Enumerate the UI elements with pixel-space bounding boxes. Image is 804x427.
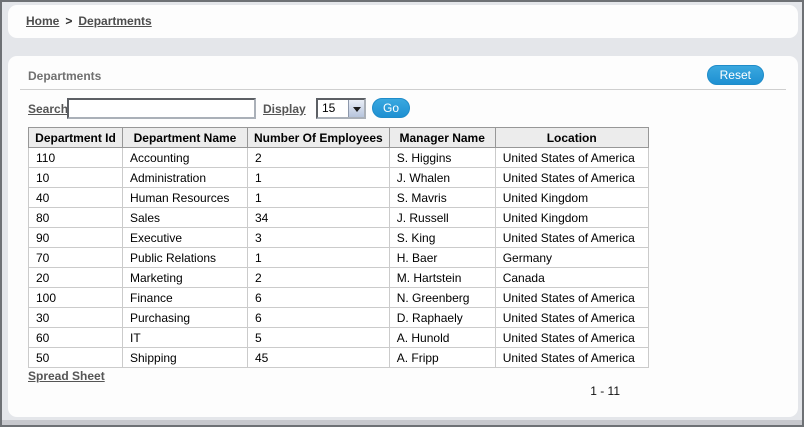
table-cell: J. Russell <box>389 208 495 228</box>
table-cell: 1 <box>248 168 390 188</box>
table-cell: 2 <box>248 268 390 288</box>
table-cell: 10 <box>29 168 123 188</box>
column-header: Department Name <box>123 128 248 148</box>
table-cell: 3 <box>248 228 390 248</box>
table-cell: United States of America <box>495 288 648 308</box>
table-cell: S. King <box>389 228 495 248</box>
table-cell: 5 <box>248 328 390 348</box>
table-cell: Canada <box>495 268 648 288</box>
breadcrumb-separator: > <box>65 14 72 28</box>
table-row: 40Human Resources1S. MavrisUnited Kingdo… <box>29 188 649 208</box>
table-cell: Shipping <box>123 348 248 368</box>
column-header: Number Of Employees <box>248 128 390 148</box>
region-title: Departments <box>28 69 101 83</box>
table-cell: 20 <box>29 268 123 288</box>
table-cell: 60 <box>29 328 123 348</box>
table-cell: 1 <box>248 188 390 208</box>
table-cell: H. Baer <box>389 248 495 268</box>
table-cell: United States of America <box>495 328 648 348</box>
table-cell: S. Higgins <box>389 148 495 168</box>
departments-region: Departments Reset Search Display 15 Go D… <box>8 56 798 417</box>
table-cell: 40 <box>29 188 123 208</box>
table-cell: Human Resources <box>123 188 248 208</box>
table-cell: 50 <box>29 348 123 368</box>
table-row: 10Administration1J. WhalenUnited States … <box>29 168 649 188</box>
table-cell: D. Raphaely <box>389 308 495 328</box>
column-header: Location <box>495 128 648 148</box>
table-cell: Germany <box>495 248 648 268</box>
search-label[interactable]: Search <box>28 102 68 116</box>
region-separator <box>20 89 786 90</box>
breadcrumb: Home > Departments <box>8 5 798 38</box>
table-row: 110Accounting2S. HigginsUnited States of… <box>29 148 649 168</box>
spreadsheet-link[interactable]: Spread Sheet <box>28 369 105 383</box>
table-row: 100Finance6N. GreenbergUnited States of … <box>29 288 649 308</box>
page: Home > Departments Departments Reset Searc… <box>0 0 804 427</box>
table-row: 70Public Relations1H. BaerGermany <box>29 248 649 268</box>
table-cell: United Kingdom <box>495 208 648 228</box>
table-row: 80Sales34J. RussellUnited Kingdom <box>29 208 649 228</box>
chevron-down-icon[interactable] <box>348 100 364 117</box>
table-cell: United States of America <box>495 148 648 168</box>
table-cell: IT <box>123 328 248 348</box>
table-cell: United States of America <box>495 348 648 368</box>
display-select-value: 15 <box>322 101 335 115</box>
arrow-down-glyph <box>353 107 361 116</box>
table-cell: Administration <box>123 168 248 188</box>
table-cell: A. Hunold <box>389 328 495 348</box>
table-cell: 90 <box>29 228 123 248</box>
table-cell: S. Mavris <box>389 188 495 208</box>
pagination: 1 - 11 <box>28 384 642 398</box>
table-cell: 30 <box>29 308 123 328</box>
table-cell: A. Fripp <box>389 348 495 368</box>
table-cell: 100 <box>29 288 123 308</box>
table-row: 90Executive3S. KingUnited States of Amer… <box>29 228 649 248</box>
table-cell: United States of America <box>495 168 648 188</box>
table-cell: M. Hartstein <box>389 268 495 288</box>
table-cell: United States of America <box>495 228 648 248</box>
table-header-row: Department IdDepartment NameNumber Of Em… <box>29 128 649 148</box>
table-cell: 45 <box>248 348 390 368</box>
table-cell: 110 <box>29 148 123 168</box>
table-cell: 6 <box>248 308 390 328</box>
table-cell: 80 <box>29 208 123 228</box>
table-cell: 6 <box>248 288 390 308</box>
table-cell: United States of America <box>495 308 648 328</box>
breadcrumb-departments-link[interactable]: Departments <box>78 14 151 28</box>
table-cell: Purchasing <box>123 308 248 328</box>
table-cell: 1 <box>248 248 390 268</box>
table-row: 20Marketing2M. HartsteinCanada <box>29 268 649 288</box>
table-cell: 2 <box>248 148 390 168</box>
table-row: 30Purchasing6D. RaphaelyUnited States of… <box>29 308 649 328</box>
table-row: 60IT5A. HunoldUnited States of America <box>29 328 649 348</box>
table-header: Department IdDepartment NameNumber Of Em… <box>29 128 649 148</box>
display-select[interactable]: 15 <box>316 98 366 119</box>
table-cell: United Kingdom <box>495 188 648 208</box>
window-bottom-strip <box>2 420 802 425</box>
table-cell: Sales <box>123 208 248 228</box>
search-input[interactable] <box>67 98 256 119</box>
departments-table: Department IdDepartment NameNumber Of Em… <box>28 127 649 368</box>
column-header: Manager Name <box>389 128 495 148</box>
reset-button[interactable]: Reset <box>707 65 764 85</box>
breadcrumb-home-link[interactable]: Home <box>26 14 59 28</box>
table-row: 50Shipping45A. FrippUnited States of Ame… <box>29 348 649 368</box>
table-cell: N. Greenberg <box>389 288 495 308</box>
table-body: 110Accounting2S. HigginsUnited States of… <box>29 148 649 368</box>
table-cell: 34 <box>248 208 390 228</box>
table-cell: J. Whalen <box>389 168 495 188</box>
table-cell: Executive <box>123 228 248 248</box>
display-label[interactable]: Display <box>263 102 306 116</box>
table-cell: Public Relations <box>123 248 248 268</box>
column-header: Department Id <box>29 128 123 148</box>
table-cell: Accounting <box>123 148 248 168</box>
table-cell: Marketing <box>123 268 248 288</box>
table-cell: Finance <box>123 288 248 308</box>
table-cell: 70 <box>29 248 123 268</box>
go-button[interactable]: Go <box>372 98 410 118</box>
